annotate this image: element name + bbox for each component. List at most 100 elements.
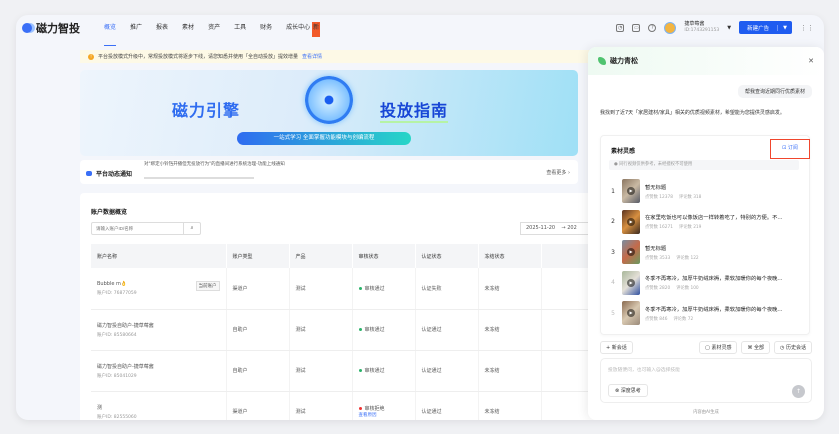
nav-overview[interactable]: 概览 <box>104 22 117 46</box>
logo[interactable]: 磁力智投 <box>22 20 80 36</box>
nav-assets[interactable]: 资产 <box>208 22 220 43</box>
video-thumbnail[interactable] <box>622 301 640 326</box>
nav-finance[interactable]: 财务 <box>260 22 272 43</box>
account-search: ⌕ <box>91 222 201 235</box>
product: 测试 <box>289 309 353 351</box>
scrolling-message-placeholder <box>144 177 254 179</box>
account-type: 自助户 <box>226 350 290 392</box>
cert-status: 认证通过 <box>415 309 479 351</box>
assistant-title: 磁力青松 <box>610 57 638 65</box>
close-icon[interactable]: ✕ <box>808 57 814 65</box>
notice-text: 平台投放模式升级中，常规投放模式将逐步下线，请您知悉并使用「全自动投放」提效增量 <box>98 54 299 60</box>
status-dot <box>358 286 362 290</box>
account-id: 账户ID: 85580664 <box>97 332 137 338</box>
review-status-text: 审核通过 <box>364 368 385 374</box>
create-ad-dropdown[interactable]: ▼ <box>777 24 792 31</box>
item-title: 冬季不再寒冷，加厚牛奶绒床褥，柔软加暖你的每个夜晚... <box>645 306 783 313</box>
header-right: ◔ ▭ ? 捷草莓酱 ID:1743291153 ▼ 新建广告 ▼ ⋮⋮ <box>616 21 814 34</box>
banner-title-left: 磁力引擎 <box>172 101 241 120</box>
list-item[interactable]: 2 在家里吃饭也可以像饭店一样转着吃了，特别的方便。不... 点赞数 16271 评论… <box>609 207 809 238</box>
platform-notice: 平台动态通知 对"绑定小铃铛开播但无投放行为"的直播间进行系统治理-功能上线通知… <box>80 160 578 184</box>
guide-banner[interactable]: 磁力引擎 投放指南 一站式学习 全面掌握功能模块与创编流程 <box>80 70 578 156</box>
table-row[interactable]: 测账户ID: 82555060 渠道户 测试 审核拒绝 查看原因 认证通过 未冻结 <box>91 391 611 420</box>
bell-icon[interactable]: ◔ <box>616 23 625 32</box>
platform-notice-message[interactable]: 对"绑定小铃铛开播但无投放行为"的直播间进行系统治理-功能上线通知 <box>144 161 285 167</box>
apps-grid-icon[interactable]: ⋮⋮ <box>800 24 814 32</box>
deep-think-toggle[interactable]: ⊗ 深度思考 <box>608 384 648 397</box>
all-skills-button[interactable]: ⌘ 全部 <box>741 341 771 354</box>
likes: 点赞数 3533 <box>645 255 671 261</box>
table-row[interactable]: 磁力智投自助户-捷草莓酱 账户ID: 85041029 自助户 测试 审核通过 认… <box>91 350 611 392</box>
notice-link[interactable]: 查看详情 <box>302 53 322 60</box>
view-reason-link[interactable]: 查看原因 <box>359 412 415 418</box>
rank: 2 <box>611 218 615 226</box>
create-ad-label: 新建广告 <box>747 25 770 32</box>
send-icon[interactable]: ↑ <box>792 385 805 398</box>
notice-bar: ! 平台投放模式升级中，常规投放模式将逐步下线，请您知悉并使用「全自动投放」提效增… <box>80 50 590 63</box>
table-row[interactable]: 当前账户 Bubble m👌 账户ID: 76877059 渠道户 测试 审核通过 … <box>91 268 611 310</box>
list-item[interactable]: 1 暂无标题点赞数 12378 评论数 318 <box>609 176 809 207</box>
date-end: → 202 <box>561 225 577 231</box>
message-icon[interactable]: ▭ <box>632 23 641 32</box>
list-item[interactable]: 4 冬季不再寒冷，加厚牛奶绒床褥，柔软加暖你的每个夜晚... 点赞数 2820 评论数… <box>609 268 809 299</box>
chevron-down-icon[interactable]: ▼ <box>727 25 731 31</box>
col-product[interactable]: 产品 <box>289 244 353 268</box>
nav-growth[interactable]: 成长中心新 <box>286 22 321 43</box>
chat-input[interactable]: 投放随便问，也可输入@选择技能 ⊗ 深度思考 ↑ <box>600 358 812 403</box>
history-button[interactable]: ◷ 历史会话 <box>774 341 812 354</box>
card-title: 素材灵感 <box>611 148 636 155</box>
material-inspiration-button[interactable]: ▢ 素材灵感 <box>699 341 738 354</box>
list-item[interactable]: 5 冬季不再寒冷，加厚牛奶绒床褥，柔软加暖你的每个夜晚... 点赞数 846 评论数 … <box>609 298 809 329</box>
logo-text: 磁力智投 <box>36 22 80 35</box>
accounts-table: 账户名称 账户类型 产品 审核状态 认证状态 冻结状态 当前账户 Bubble m… <box>91 244 611 420</box>
cert-status: 认证通过 <box>415 350 479 392</box>
account-id: 账户ID: 82555060 <box>97 414 137 420</box>
avatar[interactable] <box>664 21 677 34</box>
search-icon[interactable]: ⌕ <box>183 223 200 234</box>
current-account-tag: 当前账户 <box>195 280 220 291</box>
user-info[interactable]: 捷草莓酱 ID:1743291153 <box>684 21 719 33</box>
video-thumbnail[interactable] <box>622 179 640 204</box>
assistant-toolbar: + 新会话 ▢ 素材灵感 ⌘ 全部 ◷ 历史会话 <box>600 341 812 354</box>
table-row[interactable]: 磁力智投自助户-捷草莓酱 账户ID: 85580664 自助户 测试 审核通过 认… <box>91 309 611 351</box>
col-account-name[interactable]: 账户名称 <box>91 244 227 268</box>
account-overview-title: 账户数据概览 <box>91 209 128 216</box>
video-thumbnail[interactable] <box>622 240 640 265</box>
app-window: 磁力智投 概览 推广 报表 素材 资产 工具 财务 成长中心新 ◔ ▭ ? 捷草… <box>16 15 824 420</box>
likes: 点赞数 16271 <box>645 225 673 231</box>
user-message: 帮我查询近期同行优质素材 <box>737 85 812 98</box>
account-type: 自助户 <box>226 309 290 351</box>
banner-title-right: 投放指南 <box>380 97 449 123</box>
account-type: 渠道户 <box>226 268 290 310</box>
compass-icon <box>305 76 353 124</box>
create-ad-button[interactable]: 新建广告 ▼ <box>739 21 792 34</box>
nav-material[interactable]: 素材 <box>182 22 194 43</box>
list-item[interactable]: 3 暂无标题点赞数 3533 评论数 122 <box>609 237 809 268</box>
nav-promotion[interactable]: 推广 <box>130 22 142 43</box>
subscribe-button[interactable]: ⊡ 订阅 <box>770 139 810 159</box>
help-icon[interactable]: ? <box>648 23 657 32</box>
new-chat-button[interactable]: + 新会话 <box>600 341 633 354</box>
new-badge: 新 <box>312 22 321 37</box>
status-dot <box>358 407 362 410</box>
banner-subtitle: 一站式学习 全面掌握功能模块与创编流程 <box>237 132 411 145</box>
nav-reports[interactable]: 报表 <box>156 22 168 43</box>
logo-icon <box>22 23 32 33</box>
video-thumbnail[interactable] <box>622 209 640 234</box>
account-search-input[interactable] <box>92 223 183 234</box>
cert-status: 认证通过 <box>415 391 479 420</box>
assistant-message: 我找到了近7天「家居建材/家具」相关的优质视频素材，希望能为您提供灵感启发。 <box>600 110 785 116</box>
nav-tools[interactable]: 工具 <box>234 22 246 43</box>
col-account-type[interactable]: 账户类型 <box>226 244 290 268</box>
comments: 评论数 122 <box>676 255 699 261</box>
freeze-status: 未冻结 <box>478 350 542 392</box>
top-header: 磁力智投 概览 推广 报表 素材 资产 工具 财务 成长中心新 ◔ ▭ ? 捷草… <box>16 15 824 46</box>
rank: 1 <box>611 187 615 195</box>
col-cert-status: 认证状态 <box>415 244 479 268</box>
material-inspiration-card: 素材灵感 ⊡ 订阅 ● 同行视频仅供参考，未经授权不可使用 1暂无标题点赞数 1… <box>600 135 810 335</box>
freeze-status: 未冻结 <box>478 391 542 420</box>
review-status: 审核通过 <box>352 350 416 392</box>
video-thumbnail[interactable] <box>622 270 640 295</box>
view-more-link[interactable]: 查看更多 › <box>546 169 570 176</box>
